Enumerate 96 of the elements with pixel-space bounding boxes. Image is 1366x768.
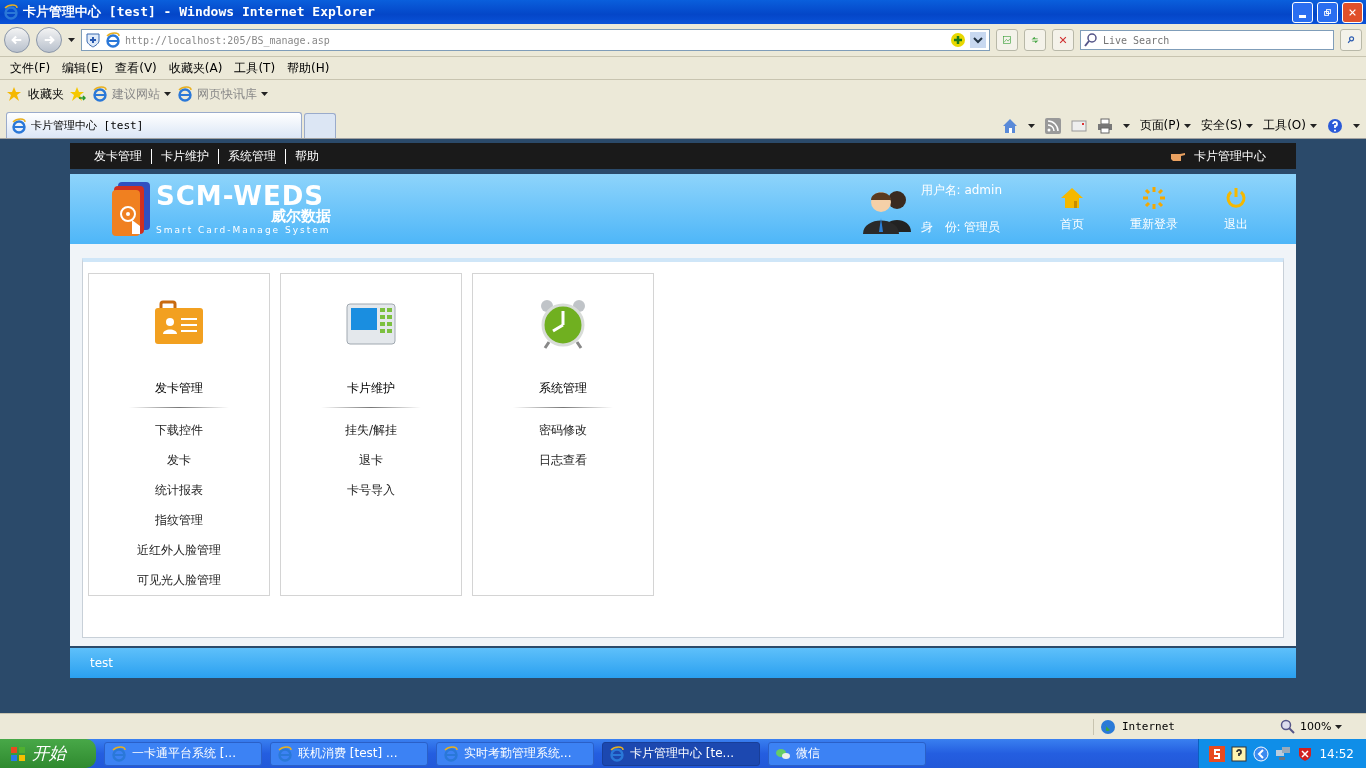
back-arrow-icon [11,33,23,47]
taskbar-button[interactable]: 实时考勤管理系统... [436,741,594,766]
logo-title: SCM-WEDS [156,183,325,209]
command-menu[interactable]: 安全(S) [1201,117,1243,134]
address-field[interactable]: http://localhost:205/BS_manage.asp [81,29,990,51]
windows-logo-icon [10,745,26,762]
page-image-icon [1003,33,1011,47]
spinner-icon [1142,185,1166,210]
zoom-icon [1280,718,1296,735]
username-text: 用户名: admin [920,182,1002,199]
restore-icon [1324,6,1331,18]
clock-text: 14:52 [1319,746,1354,761]
star-icon [6,86,22,102]
restore-button[interactable] [1317,1,1338,23]
logo-subtitle: 威尔数据 [270,209,331,224]
home-icon[interactable] [1001,117,1018,134]
compatibility-button[interactable] [996,29,1018,51]
mail-icon[interactable] [1070,117,1087,134]
site-title: 卡片管理中心 [1194,147,1266,165]
menu-item[interactable]: 文件(F) [4,59,57,77]
caret-icon [1246,123,1254,128]
card-title: 发卡管理 [155,380,203,397]
input-method-icon [1209,745,1226,762]
card-link[interactable]: 发卡 [167,452,191,468]
help-icon [1231,745,1248,762]
new-tab-button[interactable] [304,113,336,138]
caret-icon [1027,123,1035,128]
logo-tagline: Smart Card-Manage System [156,226,331,235]
search-button[interactable] [1340,29,1362,51]
caret-icon [1122,123,1130,128]
network-icon [1275,745,1292,762]
caret-icon [1353,123,1360,128]
card-link[interactable]: 指纹管理 [155,512,203,528]
shield-icon [85,32,101,48]
zoom-level[interactable]: 100% [1300,720,1332,733]
card-link[interactable]: 卡号导入 [347,482,395,498]
menu-item[interactable]: 编辑(E) [56,59,110,77]
card-link[interactable]: 密码修改 [539,422,587,438]
footer-text: test [90,656,114,670]
taskbar-button[interactable]: 一卡通平台系统 [... [104,741,262,766]
feed-icon[interactable] [1044,117,1061,134]
shield-icon [1297,745,1314,762]
caret-icon [68,38,75,42]
nav-link[interactable]: 卡片维护 [161,147,209,165]
stop-button[interactable] [1052,29,1074,51]
dropdown-icon[interactable] [970,32,986,48]
menu-item[interactable]: 帮助(H) [281,59,336,77]
back-button[interactable] [4,27,30,53]
card-link[interactable]: 下载控件 [155,422,203,438]
refresh-button[interactable] [1024,29,1046,51]
start-button[interactable]: 开始 [0,739,96,768]
caret-icon [1310,123,1317,128]
forward-arrow-icon [43,33,55,47]
command-menu[interactable]: 页面(P) [1139,117,1181,134]
nav-link[interactable]: 帮助 [295,147,319,165]
menu-item[interactable]: 工具(T) [228,59,282,77]
caret-icon [1335,724,1343,729]
browser-tab[interactable]: 卡片管理中心 [test] [6,112,302,138]
card-link[interactable]: 近红外人脸管理 [137,542,221,558]
favorites-link[interactable]: 收藏夹 [28,85,64,103]
card-link[interactable]: 退卡 [359,452,383,468]
card-title: 系统管理 [539,380,587,397]
url-text: http://localhost:205/BS_manage.asp [125,34,331,46]
menu-item[interactable]: 收藏夹(A) [162,59,229,77]
card-link[interactable]: 挂失/解挂 [344,422,397,438]
command-menu[interactable]: 工具(O) [1263,117,1306,134]
nav-link[interactable]: 发卡管理 [94,147,142,165]
globe-icon [1100,718,1116,735]
caret-icon [164,92,171,96]
taskbar-button[interactable]: 卡片管理中心 [te... [602,741,760,766]
add-favorite-icon[interactable] [70,86,86,102]
forward-button[interactable] [36,27,62,53]
nav-link[interactable]: 系统管理 [228,147,276,165]
search-field[interactable]: Live Search [1080,30,1334,50]
role-text: 身 份: 管理员 [920,219,1002,236]
caret-icon [261,92,268,96]
card-title: 卡片维护 [347,380,395,397]
plus-circle-icon [950,32,966,48]
minimize-button[interactable] [1292,1,1313,23]
search-icon [1083,32,1099,48]
minimize-icon [1299,14,1306,18]
card-link[interactable]: 日志查看 [539,452,587,468]
taskbar-button[interactable]: 微信 [768,741,926,766]
close-button[interactable] [1342,1,1363,23]
window-title: 卡片管理中心 [test] - Windows Internet Explorer [23,3,376,21]
power-icon [1224,185,1248,210]
security-zone: Internet [1122,720,1175,733]
card-link[interactable]: 可见光人脸管理 [137,572,221,588]
card-link[interactable]: 统计报表 [155,482,203,498]
taskbar-button[interactable]: 联机消费 [test] ... [270,741,428,766]
home-icon [1060,185,1084,210]
printer-icon[interactable] [1096,117,1113,134]
chevron-left-icon[interactable] [1253,745,1270,762]
help-icon[interactable] [1327,117,1343,134]
menu-item[interactable]: 查看(V) [109,59,163,77]
caret-icon [1184,123,1192,128]
